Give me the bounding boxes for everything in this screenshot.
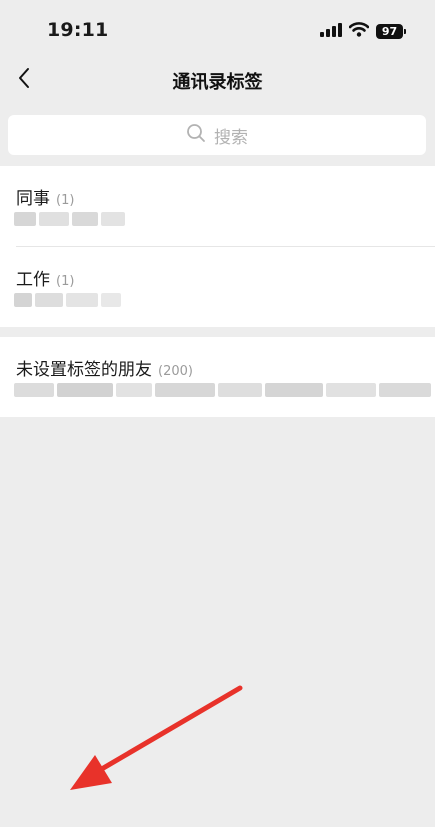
annotation-arrow-icon [70,685,243,790]
